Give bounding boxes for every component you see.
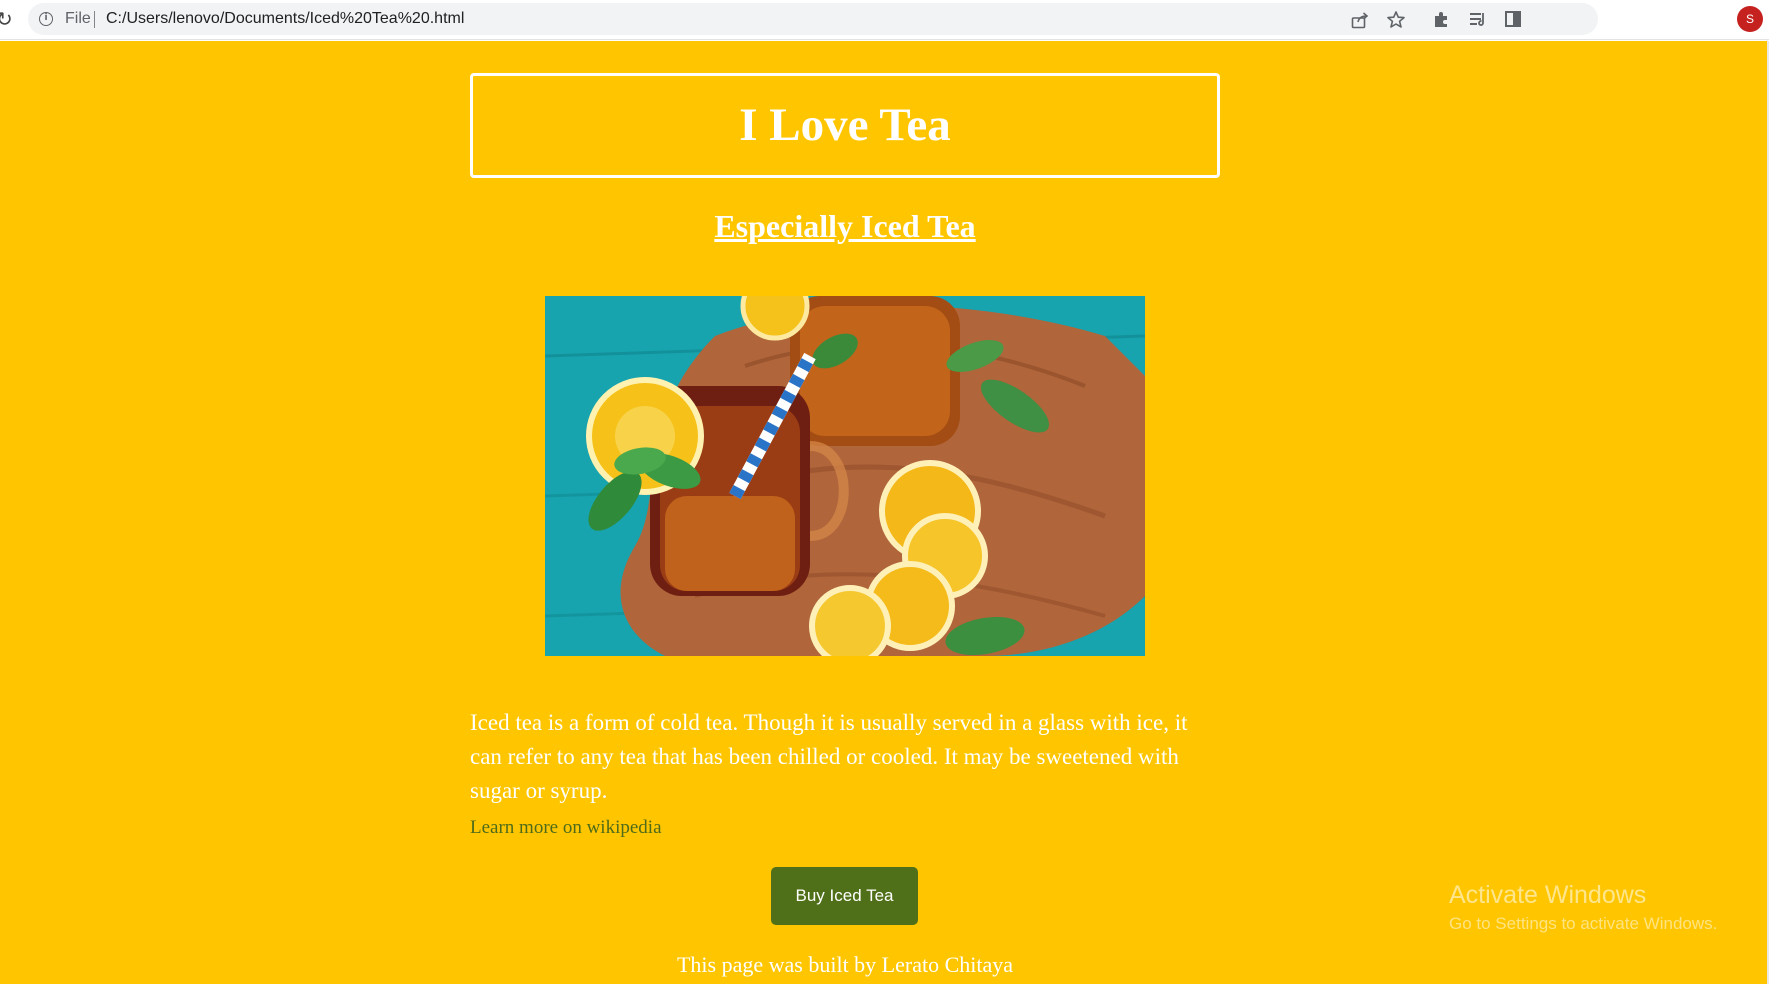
scheme-label: File [65,10,91,27]
info-icon[interactable]: i [39,12,53,26]
reload-icon[interactable]: ↻ [0,8,13,30]
footer-text: This page was built by Lerato Chitaya [676,952,1014,977]
activate-windows-title: Activate Windows [1449,881,1647,909]
page-viewport: I Love Tea Especially Iced Tea Iced tea … [0,41,1769,984]
buy-iced-tea-button[interactable]: Buy Iced Tea [771,867,918,925]
description-paragraph: Iced tea is a form of cold tea. Though i… [470,710,1188,803]
page-title: I Love Tea [470,73,1220,178]
profile-avatar[interactable]: S [1737,6,1763,32]
side-panel-icon[interactable] [1503,9,1523,29]
page-subtitle: Especially Iced Tea [714,208,976,244]
address-bar[interactable]: i File C:/Users/lenovo/Documents/Iced%20… [28,3,1598,35]
extensions-icon[interactable] [1432,9,1452,29]
activate-windows-subtitle: Go to Settings to activate Windows. [1449,914,1718,933]
bookmark-star-icon[interactable] [1386,10,1406,30]
wikipedia-link[interactable]: Learn more on wikipedia [470,816,662,840]
browser-toolbar: ↻ i File C:/Users/lenovo/Documents/Iced%… [0,0,1769,40]
iced-tea-image [545,296,1145,656]
separator [94,11,95,28]
reading-list-icon[interactable] [1468,9,1488,29]
url-text[interactable]: C:/Users/lenovo/Documents/Iced%20Tea%20.… [106,9,464,29]
share-icon[interactable] [1350,10,1370,30]
